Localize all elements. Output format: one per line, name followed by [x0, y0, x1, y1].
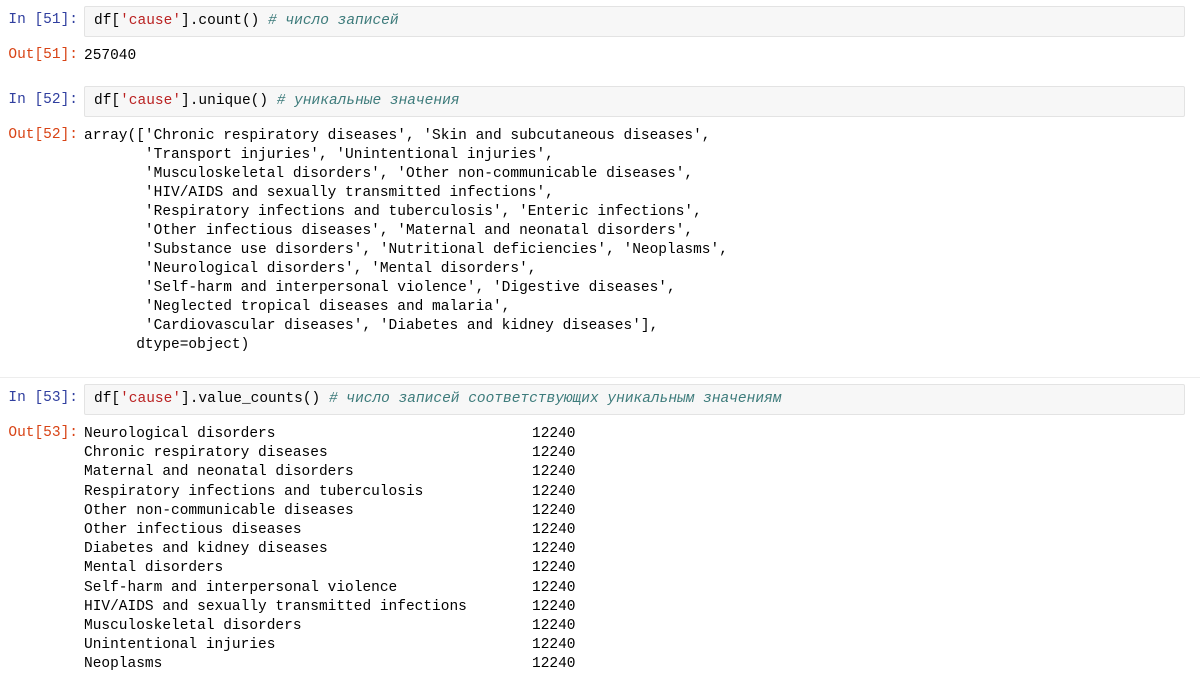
value-counts-label: Neurological disorders — [84, 426, 276, 442]
code-line-53: df['cause'].value_counts() # число запис… — [94, 390, 1184, 409]
code-token-post-52: ].unique() — [181, 93, 277, 109]
code-editor-52[interactable]: df['cause'].unique() # уникальные значен… — [84, 86, 1185, 117]
value-counts-count: 12240 — [532, 579, 576, 596]
output-value-52: array(['Chronic respiratory diseases', '… — [84, 128, 728, 353]
value-counts-label: Diabetes and kidney diseases — [84, 541, 328, 558]
value-counts-row: Respiratory infections and tuberculosis 1… — [84, 483, 576, 502]
value-counts-count: 12240 — [532, 637, 576, 654]
value-counts-label: Mental disorders — [84, 560, 224, 577]
cell-spacer-1 — [0, 70, 1200, 80]
value-counts-count: 12240 — [532, 522, 576, 539]
value-counts-count: 12240 — [532, 541, 576, 558]
value-counts-label: Unintentional injuries — [84, 637, 276, 654]
value-counts-row: Neurological disorders 12240 — [84, 425, 576, 444]
value-counts-label: HIV/AIDS and sexually transmitted infect… — [84, 598, 467, 615]
value-counts-row: Chronic respiratory diseases 12240 — [84, 444, 576, 463]
input-row-52: In [52]: df['cause'].unique() # уникальн… — [0, 80, 1200, 123]
notebook-cell-52: In [52]: df['cause'].unique() # уникальн… — [0, 80, 1200, 359]
value-counts-row: Neoplasms 12240 — [84, 655, 576, 674]
value-counts-table: Neurological disorders 12240 Chronic respi… — [84, 425, 576, 675]
output-row-53: Out[53]: Neurological disorders 12240 Chro… — [0, 421, 1200, 679]
output-row-52: Out[52]: array(['Chronic respiratory dis… — [0, 123, 1200, 359]
value-counts-count: 12240 — [532, 618, 576, 635]
code-token-comment-51: # число записей — [268, 13, 399, 29]
code-token-post-53: ].value_counts() — [181, 391, 329, 407]
code-token-pre-51: df[ — [94, 13, 121, 29]
code-token-string-52: 'cause' — [120, 93, 182, 109]
output-area-53: Neurological disorders 12240 Chronic respi… — [84, 423, 1200, 675]
value-counts-row: Diabetes and kidney diseases 12240 — [84, 540, 576, 559]
value-counts-row: Other non-communicable diseases 12240 — [84, 502, 576, 521]
value-counts-count: 12240 — [532, 445, 576, 462]
cell-spacer-2 — [0, 359, 1200, 377]
code-token-pre-53: df[ — [94, 391, 121, 407]
code-editor-51[interactable]: df['cause'].count() # число записей — [84, 6, 1185, 37]
notebook-cell-53: In [53]: df['cause'].value_counts() # чи… — [0, 378, 1200, 679]
output-row-51: Out[51]: 257040 — [0, 43, 1200, 70]
value-counts-count: 12240 — [532, 426, 576, 442]
code-line-52: df['cause'].unique() # уникальные значен… — [94, 92, 1184, 111]
code-token-post-51: ].count() — [181, 13, 269, 29]
value-counts-label: Maternal and neonatal disorders — [84, 464, 354, 481]
input-row-53: In [53]: df['cause'].value_counts() # чи… — [0, 378, 1200, 421]
output-area-52: array(['Chronic respiratory diseases', '… — [84, 125, 1200, 355]
notebook-cell-51: In [51]: df['cause'].count() # число зап… — [0, 0, 1200, 70]
code-token-comment-53: # число записей соответствующих уникальн… — [328, 391, 782, 407]
value-counts-count: 12240 — [532, 464, 576, 481]
output-value-51: 257040 — [84, 48, 137, 64]
value-counts-label: Other non-communicable diseases — [84, 502, 354, 519]
value-counts-count: 12240 — [532, 502, 576, 519]
notebook-container: In [51]: df['cause'].count() # число зап… — [0, 0, 1200, 679]
value-counts-count: 12240 — [532, 598, 576, 615]
value-counts-label: Musculoskeletal disorders — [84, 618, 302, 635]
value-counts-count: 12240 — [532, 656, 576, 673]
code-token-comment-52: # уникальные значения — [276, 93, 460, 109]
code-token-pre-52: df[ — [94, 93, 121, 109]
input-prompt-53: In [53]: — [8, 390, 78, 406]
value-counts-row: Musculoskeletal disorders 12240 — [84, 617, 576, 636]
input-row-51: In [51]: df['cause'].count() # число зап… — [0, 0, 1200, 43]
output-prompt-52: Out[52]: — [8, 127, 78, 143]
value-counts-row: Maternal and neonatal disorders 12240 — [84, 463, 576, 482]
value-counts-label: Chronic respiratory diseases — [84, 445, 328, 462]
value-counts-row: HIV/AIDS and sexually transmitted infect… — [84, 598, 576, 617]
value-counts-row: Self-harm and interpersonal violence 1224… — [84, 579, 576, 598]
output-prompt-51: Out[51]: — [8, 47, 78, 63]
value-counts-count: 12240 — [532, 560, 576, 577]
value-counts-row: Unintentional injuries 12240 — [84, 636, 576, 655]
value-counts-count: 12240 — [532, 483, 576, 500]
code-line-51: df['cause'].count() # число записей — [94, 12, 1184, 31]
value-counts-label: Self-harm and interpersonal violence — [84, 579, 398, 596]
value-counts-label: Neoplasms — [84, 656, 163, 673]
code-editor-53[interactable]: df['cause'].value_counts() # число запис… — [84, 384, 1185, 415]
value-counts-label: Other infectious diseases — [84, 522, 302, 539]
input-prompt-52: In [52]: — [8, 92, 78, 108]
code-token-string-51: 'cause' — [120, 13, 182, 29]
value-counts-row: Mental disorders 12240 — [84, 559, 576, 578]
input-prompt-51: In [51]: — [8, 12, 78, 28]
value-counts-row: Other infectious diseases 12240 — [84, 521, 576, 540]
code-token-string-53: 'cause' — [120, 391, 182, 407]
value-counts-label: Respiratory infections and tuberculosis — [84, 483, 424, 500]
output-area-51: 257040 — [84, 45, 1200, 66]
output-prompt-53: Out[53]: — [8, 425, 78, 441]
